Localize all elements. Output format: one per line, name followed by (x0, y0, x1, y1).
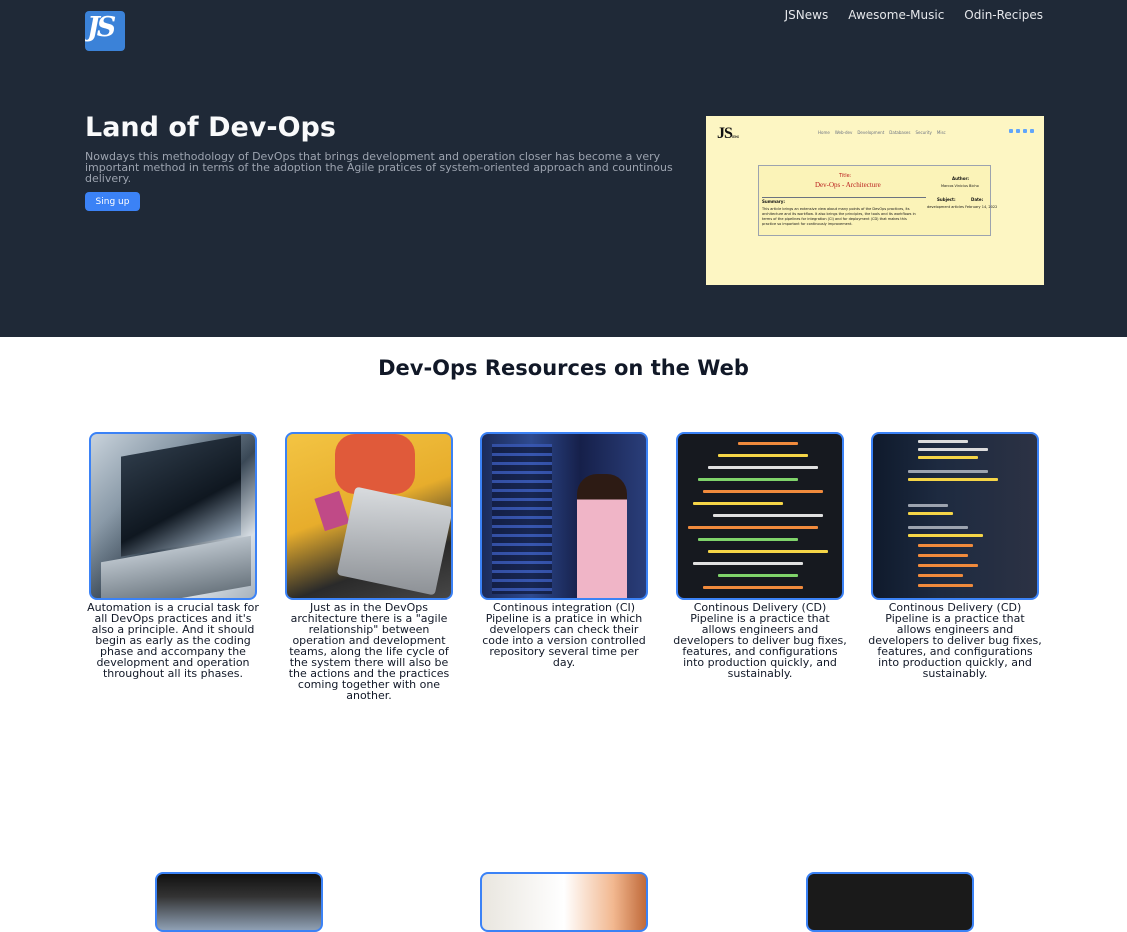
code-editor-image[interactable] (871, 432, 1039, 600)
preview-social-icons (1009, 129, 1034, 133)
bottom-card-image-1[interactable] (155, 872, 323, 932)
js-logo[interactable]: JS (85, 11, 125, 51)
nav-link-odin-recipes[interactable]: Odin-Recipes (964, 8, 1043, 22)
preview-logo: JSnews (717, 125, 739, 142)
resources-title: Dev-Ops Resources on the Web (378, 356, 749, 380)
hero-title: Land of Dev-Ops (85, 112, 336, 143)
hero-section: JS JSNews Awesome-Music Odin-Recipes Lan… (0, 0, 1127, 337)
preview-article-card: Title: Dev-Ops - Architecture Summary: T… (758, 165, 997, 236)
logo-text: JS (87, 12, 116, 43)
resource-card-ci[interactable]: Continous integration (CI) Pipeline is a… (480, 432, 648, 668)
sign-up-button[interactable]: Sing up (85, 192, 140, 211)
resource-card-text: Continous integration (CI) Pipeline is a… (482, 601, 646, 669)
person-laptop-image[interactable] (285, 432, 453, 600)
resource-card-automation[interactable]: Automation is a crucial task for all Dev… (87, 432, 259, 680)
resource-card-text: Continous Delivery (CD) Pipeline is a pr… (673, 601, 847, 680)
resource-card-cd-2[interactable]: Continous Delivery (CD) Pipeline is a pr… (868, 432, 1042, 680)
server-room-image[interactable] (480, 432, 648, 600)
nav-link-awesome-music[interactable]: Awesome-Music (848, 8, 944, 22)
code-screen-image[interactable] (676, 432, 844, 600)
laptop-image[interactable] (89, 432, 257, 600)
resource-card-text: Continous Delivery (CD) Pipeline is a pr… (868, 601, 1042, 680)
resource-card-text: Just as in the DevOps architecture there… (288, 601, 450, 702)
resource-card-cd[interactable]: Continous Delivery (CD) Pipeline is a pr… (673, 432, 847, 680)
top-nav: JSNews Awesome-Music Odin-Recipes (785, 8, 1043, 22)
bottom-card-image-3[interactable] (806, 872, 974, 932)
jsnews-preview-image: JSnews Home Web-dev Development Databases Se… (706, 116, 1044, 285)
resource-card-agile[interactable]: Just as in the DevOps architecture there… (285, 432, 453, 701)
hero-description: Nowdays this methodology of DevOps that … (85, 150, 673, 185)
bottom-card-image-2[interactable] (480, 872, 648, 932)
resource-card-text: Automation is a crucial task for all Dev… (87, 601, 259, 680)
preview-nav: Home Web-dev Development Databases Security M… (818, 130, 946, 135)
nav-link-jsnews[interactable]: JSNews (785, 8, 829, 22)
